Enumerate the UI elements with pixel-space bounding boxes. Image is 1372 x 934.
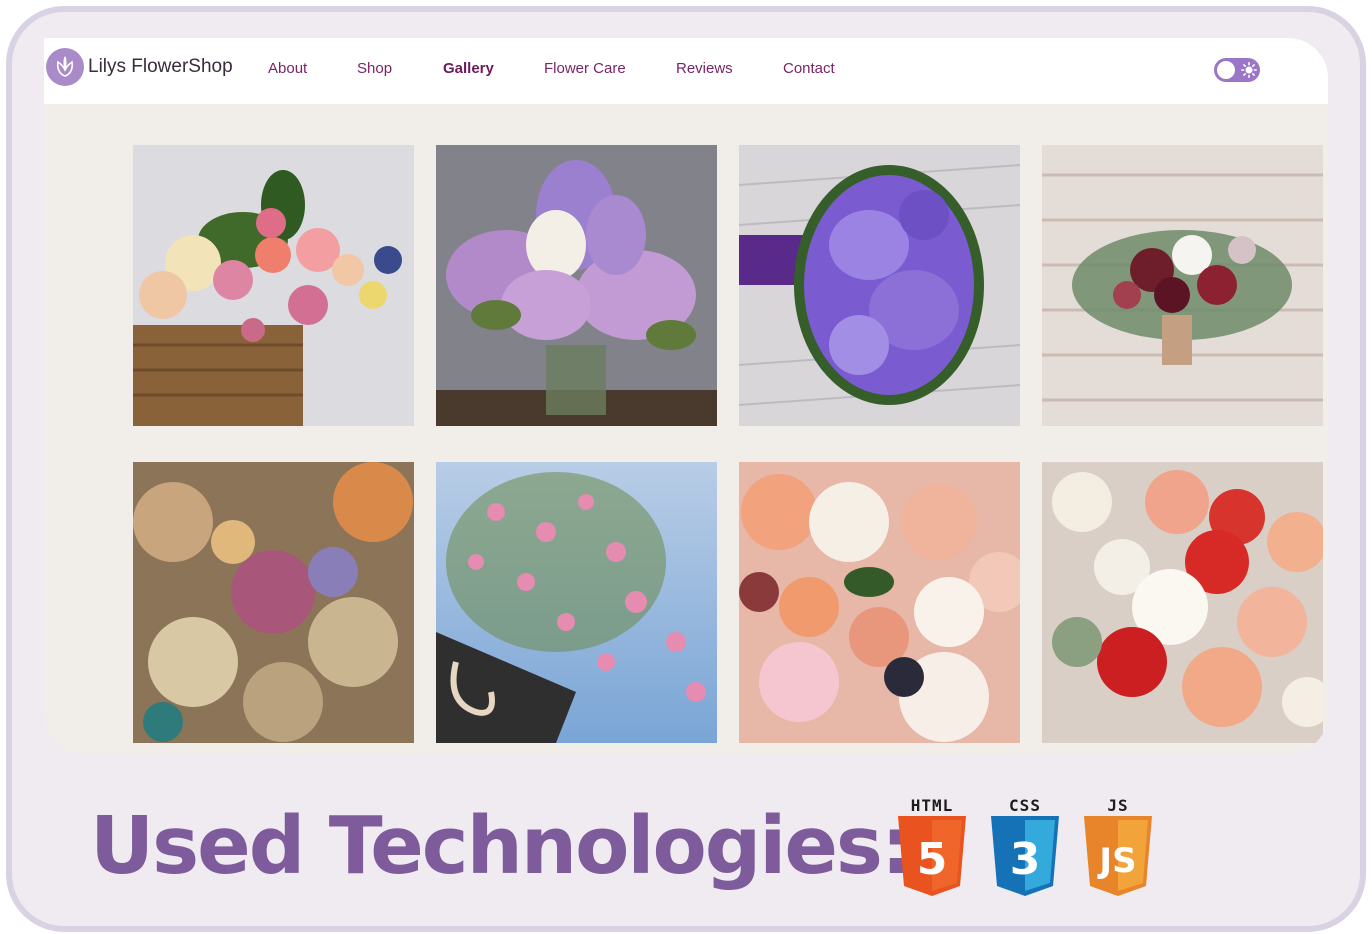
toggle-knob xyxy=(1217,61,1235,79)
html5-badge: HTML 5 xyxy=(896,796,968,898)
website-preview: Lilys FlowerShop About Shop Gallery Flow… xyxy=(44,38,1328,754)
tulip-logo-icon xyxy=(46,48,84,86)
js-badge: JS JS xyxy=(1082,796,1154,898)
sun-icon xyxy=(1238,59,1260,81)
used-technologies-heading: Used Technologies: xyxy=(90,800,913,892)
theme-toggle[interactable] xyxy=(1214,58,1260,82)
css3-badge: CSS 3 xyxy=(989,796,1061,898)
js-glyph: JS xyxy=(1097,841,1136,881)
logo-text: Lilys FlowerShop xyxy=(88,56,233,77)
nav-gallery[interactable]: Gallery xyxy=(443,60,494,77)
nav-about[interactable]: About xyxy=(268,60,307,77)
nav-contact[interactable]: Contact xyxy=(783,60,835,77)
nav-reviews[interactable]: Reviews xyxy=(676,60,733,77)
html5-caption: HTML xyxy=(910,796,954,815)
css3-caption: CSS xyxy=(1009,796,1041,815)
js-icon: JS xyxy=(1084,816,1152,896)
red-peony-bouquet-image[interactable] xyxy=(1042,462,1323,743)
html5-icon: 5 xyxy=(898,816,966,896)
nav-flower-care[interactable]: Flower Care xyxy=(544,60,626,77)
dried-flowers-image[interactable] xyxy=(133,462,414,743)
html5-glyph: 5 xyxy=(917,834,948,885)
logo[interactable]: Lilys FlowerShop xyxy=(46,48,233,86)
rose-basket-image[interactable] xyxy=(133,145,414,426)
js-caption: JS xyxy=(1107,796,1129,815)
navbar: Lilys FlowerShop About Shop Gallery Flow… xyxy=(44,38,1328,104)
nav-shop[interactable]: Shop xyxy=(357,60,392,77)
lilac-vase-image[interactable] xyxy=(436,145,717,426)
burgundy-bouquet-image[interactable] xyxy=(1042,145,1323,426)
css3-icon: 3 xyxy=(991,816,1059,896)
ranunculus-bouquet-image[interactable] xyxy=(739,462,1020,743)
gypsophila-bag-image[interactable] xyxy=(436,462,717,743)
purple-bouquet-image[interactable] xyxy=(739,145,1020,426)
css3-glyph: 3 xyxy=(1010,834,1041,885)
